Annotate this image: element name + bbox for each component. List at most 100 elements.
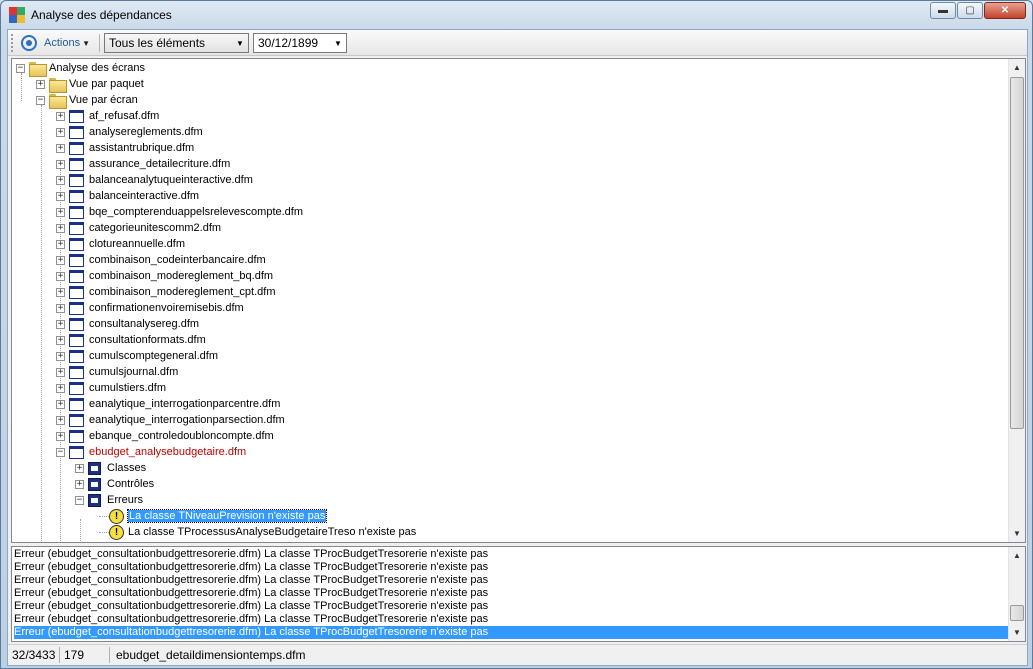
refresh-icon[interactable] — [21, 35, 37, 51]
tree-node-package-view[interactable]: + Vue par paquet — [36, 76, 144, 93]
tree-node-screen[interactable]: + categorieunitescomm2.dfm — [56, 220, 221, 236]
tree-node-label: combinaison_codeinterbancaire.dfm — [89, 254, 266, 266]
minimize-button[interactable]: ▬ — [930, 2, 956, 19]
tree-node-screen[interactable]: + clotureannuelle.dfm — [56, 236, 185, 252]
log-line[interactable]: Erreur (ebudget_consultationbudgettresor… — [14, 561, 1008, 574]
tree-guide-line — [41, 105, 42, 542]
tree-node-screen-expanded[interactable]: − ebudget_analysebudgetaire.dfm — [56, 444, 246, 460]
log-line[interactable]: Erreur (ebudget_consultationbudgettresor… — [14, 626, 1008, 639]
tree-node-category[interactable]: + Contrôles — [75, 476, 154, 492]
log-line[interactable]: Erreur (ebudget_consultationbudgettresor… — [14, 574, 1008, 587]
scroll-down-icon[interactable]: ▼ — [1009, 624, 1025, 641]
close-icon: ✕ — [1000, 5, 1010, 16]
error-log[interactable]: Erreur (ebudget_consultationbudgettresor… — [11, 546, 1026, 642]
tree-node-screen[interactable]: + consultationformats.dfm — [56, 332, 206, 348]
expand-icon[interactable]: + — [56, 175, 65, 185]
expand-icon[interactable]: + — [56, 255, 65, 265]
form-icon — [69, 301, 84, 315]
expand-icon[interactable]: + — [56, 303, 65, 313]
tree-node-root[interactable]: − Analyse des écrans — [16, 60, 145, 77]
date-picker[interactable]: 30/12/1899 ▼ — [253, 33, 347, 53]
scroll-down-icon[interactable]: ▼ — [1009, 525, 1025, 542]
tree-node-screen[interactable]: + combinaison_modereglement_cpt.dfm — [56, 284, 276, 300]
expand-icon[interactable]: + — [75, 479, 84, 489]
tree-node-screen[interactable]: + assistantrubrique.dfm — [56, 140, 194, 156]
expand-icon[interactable]: + — [56, 351, 65, 361]
expand-icon[interactable]: + — [56, 111, 65, 121]
tree-node-screen[interactable]: + af_refusaf.dfm — [56, 108, 159, 124]
expand-icon[interactable]: + — [56, 191, 65, 201]
tree-node-label: cumulstiers.dfm — [89, 382, 167, 394]
tree-node-screen[interactable]: + bqe_compterenduappelsrelevescompte.dfm — [56, 204, 303, 220]
collapse-icon[interactable]: − — [75, 495, 84, 505]
tree-node-screen[interactable]: + eanalytique_interrogationparcentre.dfm — [56, 396, 280, 412]
expand-icon[interactable]: + — [56, 319, 65, 329]
tree-node-screen[interactable]: + consultanalysereg.dfm — [56, 316, 199, 332]
tree-node-screen[interactable]: + cumulscomptegeneral.dfm — [56, 348, 218, 364]
title-bar[interactable]: Analyse des dépendances ▬ ▢ ✕ — [1, 1, 1032, 29]
tree-node-screen[interactable]: + combinaison_modereglement_bq.dfm — [56, 268, 273, 284]
toolbar-grip[interactable] — [11, 34, 14, 52]
expand-icon[interactable]: + — [56, 287, 65, 297]
tree-node-category[interactable]: + Classes — [75, 460, 146, 476]
expand-icon[interactable]: + — [56, 271, 65, 281]
tree-node-screen[interactable]: + analysereglements.dfm — [56, 124, 203, 140]
tree-node-screen[interactable]: + eanalytique_interrogationparsection.dfm — [56, 412, 285, 428]
dependency-tree[interactable]: − Analyse des écrans + Vue par paquet − Vue p… — [11, 58, 1026, 543]
tree-node-screen[interactable]: + assurance_detailecriture.dfm — [56, 156, 230, 172]
scroll-up-icon[interactable]: ▲ — [1009, 59, 1025, 76]
scroll-thumb[interactable] — [1010, 605, 1024, 621]
expand-icon[interactable]: + — [75, 463, 84, 473]
expand-icon[interactable]: + — [36, 79, 45, 89]
expand-icon[interactable]: + — [56, 239, 65, 249]
tree-node-screen[interactable]: + confirmationenvoiremisebis.dfm — [56, 300, 244, 316]
actions-label: Actions — [44, 37, 81, 49]
collapse-icon[interactable]: − — [36, 95, 45, 105]
expand-icon[interactable]: + — [56, 159, 65, 169]
log-line[interactable]: Erreur (ebudget_consultationbudgettresor… — [14, 600, 1008, 613]
tree-node-category[interactable]: − Erreurs — [75, 492, 143, 508]
tree-node-screen[interactable]: + balanceanalytuqueinteractive.dfm — [56, 172, 253, 188]
caption-buttons: ▬ ▢ ✕ — [929, 2, 1026, 19]
expand-icon[interactable]: + — [56, 335, 65, 345]
close-button[interactable]: ✕ — [984, 2, 1026, 19]
tree-node-error[interactable]: ! La classe TProcessusAnalyseBudgetaireTr… — [99, 524, 416, 540]
tree-node-screen[interactable]: + balanceinteractive.dfm — [56, 188, 199, 204]
tree-node-screen[interactable]: + cumulstiers.dfm — [56, 380, 166, 396]
tree-vertical-scrollbar[interactable]: ▲ ▼ — [1008, 59, 1025, 542]
actions-menu-button[interactable]: Actions ▼ — [44, 35, 90, 51]
collapse-icon[interactable]: − — [16, 63, 25, 73]
chevron-down-icon[interactable]: ▼ — [232, 34, 248, 52]
maximize-button[interactable]: ▢ — [957, 2, 983, 19]
scroll-up-icon[interactable]: ▲ — [1009, 547, 1025, 564]
expand-icon[interactable]: + — [56, 431, 65, 441]
form-icon — [69, 381, 84, 395]
tree-node-screen-view[interactable]: − Vue par écran — [36, 92, 138, 109]
log-line[interactable]: Erreur (ebudget_consultationbudgettresor… — [14, 587, 1008, 600]
collapse-icon[interactable]: − — [56, 447, 65, 457]
filter-select[interactable]: Tous les éléments ▼ — [104, 33, 249, 53]
expand-icon[interactable]: + — [56, 399, 65, 409]
expand-icon[interactable]: + — [56, 207, 65, 217]
expand-icon[interactable]: + — [56, 383, 65, 393]
scroll-thumb[interactable] — [1010, 77, 1024, 429]
date-picker-value: 30/12/1899 — [258, 36, 319, 50]
form-icon — [69, 205, 84, 219]
expand-icon[interactable]: + — [56, 127, 65, 137]
expand-icon[interactable]: + — [56, 143, 65, 153]
chevron-down-icon[interactable]: ▼ — [330, 34, 346, 52]
tree-node-screen[interactable]: + cumulsjournal.dfm — [56, 364, 178, 380]
tree-node-error[interactable]: ! La classe TNiveauPrevision n'existe pas — [99, 508, 328, 524]
form-icon — [69, 109, 84, 123]
log-vertical-scrollbar[interactable]: ▲ ▼ — [1008, 547, 1025, 641]
expand-icon[interactable]: + — [56, 223, 65, 233]
tree-node-label: confirmationenvoiremisebis.dfm — [89, 302, 244, 314]
folder-icon — [49, 93, 67, 109]
log-line[interactable]: Erreur (ebudget_consultationbudgettresor… — [14, 613, 1008, 626]
expand-icon[interactable]: + — [56, 415, 65, 425]
expand-icon[interactable]: + — [56, 367, 65, 377]
tree-node-screen[interactable]: + ebanque_controledoubloncompte.dfm — [56, 428, 274, 444]
tree-node-label: clotureannuelle.dfm — [89, 238, 186, 250]
log-line[interactable]: Erreur (ebudget_consultationbudgettresor… — [14, 548, 1008, 561]
tree-node-screen[interactable]: + combinaison_codeinterbancaire.dfm — [56, 252, 266, 268]
